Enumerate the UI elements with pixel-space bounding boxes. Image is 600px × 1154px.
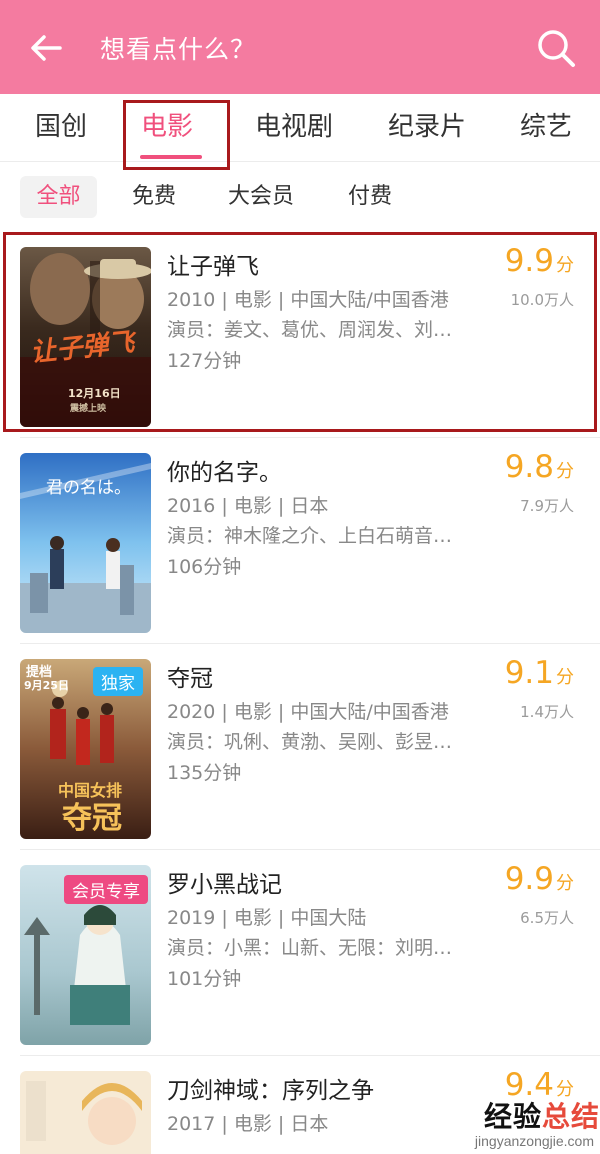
movie-meta: 2016 | 电影 | 日本 [167, 495, 329, 517]
divider [20, 849, 600, 850]
movie-meta: 2019 | 电影 | 中国大陆 [167, 907, 367, 929]
movie-cast: 演员：神木隆之介、上白石萌音… [167, 525, 453, 547]
movie-poster [20, 1071, 151, 1154]
movie-cast: 演员：小黑：山新、无限：刘明… [167, 937, 453, 959]
movie-item[interactable]: 提档 9月25日 中国女排 夺冠 独家 夺冠 2020 | 电影 | 中国大陆/… [0, 647, 600, 853]
tab-tv-series[interactable]: 电视剧 [255, 106, 333, 143]
movie-score: 9.9 分 [505, 861, 574, 897]
filter-all[interactable]: 全部 [20, 176, 97, 218]
score-unit: 分 [556, 461, 574, 482]
score-unit: 分 [556, 873, 574, 894]
movie-meta: 2017 | 电影 | 日本 [167, 1113, 329, 1135]
tab-variety[interactable]: 综艺 [520, 106, 572, 143]
divider [20, 1055, 600, 1056]
watermark-url: jingyanzongjie.com [474, 1133, 594, 1149]
filter-free[interactable]: 免费 [132, 176, 176, 218]
tab-documentary[interactable]: 纪录片 [388, 106, 466, 143]
movie-votes: 7.9万人 [520, 497, 574, 515]
movie-meta: 2020 | 电影 | 中国大陆/中国香港 [167, 701, 449, 723]
poster-date-text: 9月25日 [24, 679, 69, 692]
search-icon[interactable] [534, 26, 578, 70]
category-tabs: 国创 电影 电视剧 纪录片 综艺 [0, 94, 600, 162]
movie-duration: 135分钟 [167, 762, 242, 784]
search-input[interactable]: 想看点什么？ [100, 30, 256, 66]
movie-poster: 提档 9月25日 中国女排 夺冠 独家 [20, 659, 151, 839]
movie-poster: 会员专享 [20, 865, 151, 1045]
highlight-box-tab [123, 100, 230, 170]
watermark-part1: 经验 [483, 1100, 542, 1133]
poster-title-text: 君の名は。 [46, 478, 131, 498]
movie-score: 9.8 分 [505, 449, 574, 485]
score-value: 9.8 [504, 449, 554, 485]
movie-poster: 君の名は。 [20, 453, 151, 633]
highlight-box-movie [3, 232, 597, 432]
movie-score: 9.1 分 [505, 655, 574, 691]
exclusive-badge: 独家 [93, 667, 143, 696]
movie-title: 罗小黑战记 [167, 872, 282, 898]
filter-paid[interactable]: 付费 [348, 176, 392, 218]
movie-duration: 106分钟 [167, 556, 242, 578]
tab-guochuang[interactable]: 国创 [35, 106, 87, 143]
filter-vip[interactable]: 大会员 [228, 176, 294, 218]
divider [20, 643, 600, 644]
score-value: 9.9 [504, 861, 554, 897]
movie-votes: 1.4万人 [520, 703, 574, 721]
movie-title: 夺冠 [167, 666, 213, 692]
vip-only-badge: 会员专享 [64, 875, 148, 904]
movie-votes: 6.5万人 [520, 909, 574, 927]
divider [20, 437, 600, 438]
movie-item[interactable]: 会员专享 罗小黑战记 2019 | 电影 | 中国大陆 演员：小黑：山新、无限：… [0, 853, 600, 1059]
movie-title: 刀剑神域：序列之争 [167, 1078, 374, 1104]
watermark-part2: 总结 [541, 1100, 600, 1133]
movie-duration: 101分钟 [167, 968, 242, 990]
poster-title-text: 夺冠 [62, 801, 122, 836]
score-unit: 分 [556, 667, 574, 688]
movie-title: 你的名字。 [167, 460, 282, 486]
movie-cast: 演员：巩俐、黄渤、吴刚、彭昱… [167, 731, 453, 753]
score-value: 9.1 [504, 655, 554, 691]
back-arrow-icon[interactable] [26, 28, 66, 68]
top-bar: 想看点什么？ [0, 0, 600, 94]
movie-item[interactable]: 君の名は。 你的名字。 2016 | 电影 | 日本 演员：神木隆之介、上白石萌… [0, 441, 600, 647]
watermark-logo-text: 经验总结 [430, 1095, 600, 1135]
watermark: 经验总结 jingyanzongjie.com [430, 1095, 600, 1149]
